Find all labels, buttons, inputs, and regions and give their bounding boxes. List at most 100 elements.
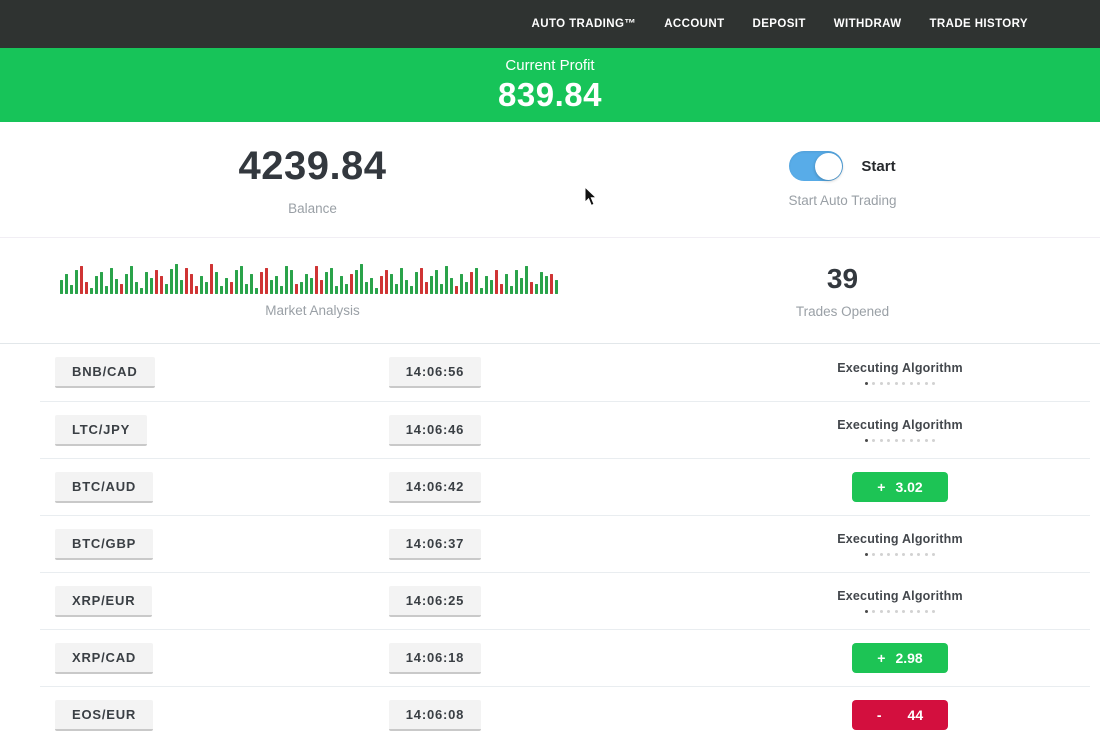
balance-value: 4239.84 — [238, 144, 386, 189]
market-bar — [115, 279, 118, 294]
stats-row-market: Market Analysis 39 Trades Opened — [0, 237, 1100, 343]
market-bar — [495, 270, 498, 294]
market-bar — [350, 274, 353, 294]
market-bar — [250, 274, 253, 294]
trades-opened-block: 39 Trades Opened — [585, 238, 1100, 343]
market-bar — [380, 276, 383, 294]
trades-opened-value: 39 — [827, 263, 858, 295]
market-bar — [315, 266, 318, 294]
market-bar — [410, 286, 413, 294]
market-bar — [285, 266, 288, 294]
market-bar — [255, 288, 258, 294]
market-bar — [70, 285, 73, 294]
result-sign: + — [877, 650, 885, 666]
market-bar — [145, 272, 148, 294]
loss-badge: -44 — [852, 700, 948, 730]
market-bar — [290, 270, 293, 294]
market-bar — [540, 272, 543, 294]
trade-time-badge: 14:06:08 — [389, 700, 481, 731]
market-bar — [340, 276, 343, 294]
auto-trading-toggle[interactable] — [789, 151, 843, 181]
market-bar — [85, 282, 88, 294]
auto-trading-caption: Start Auto Trading — [788, 193, 896, 208]
market-bar — [90, 288, 93, 294]
table-row: EOS/EUR14:06:08-44 — [40, 686, 1090, 742]
market-bar — [140, 288, 143, 294]
market-bar — [200, 276, 203, 294]
market-bar — [320, 280, 323, 294]
market-bar — [405, 280, 408, 294]
market-bar — [345, 284, 348, 294]
market-bar — [400, 268, 403, 294]
top-nav: AUTO TRADING™ ACCOUNT DEPOSIT WITHDRAW T… — [0, 0, 1100, 48]
market-bar — [485, 276, 488, 294]
market-bar — [515, 270, 518, 294]
market-bar — [415, 272, 418, 294]
market-bar — [525, 266, 528, 294]
market-bar — [530, 282, 533, 294]
executing-algorithm-status: Executing Algorithm — [837, 418, 963, 442]
auto-trading-block: Start Start Auto Trading — [585, 122, 1100, 237]
toggle-knob-icon — [815, 153, 842, 180]
nav-item-withdraw[interactable]: WITHDRAW — [834, 18, 902, 30]
result-amount: 44 — [908, 707, 924, 723]
market-bar — [445, 266, 448, 294]
market-bar — [475, 268, 478, 294]
market-bar — [225, 278, 228, 294]
market-bar — [205, 282, 208, 294]
trade-time-badge: 14:06:18 — [389, 643, 481, 674]
market-bar — [235, 270, 238, 294]
progress-dots-icon — [837, 439, 963, 442]
market-bar — [450, 278, 453, 294]
market-bar — [430, 276, 433, 294]
market-bar — [435, 270, 438, 294]
market-bar — [65, 274, 68, 294]
market-bar — [550, 274, 553, 294]
trade-time-badge: 14:06:37 — [389, 529, 481, 560]
table-row: XRP/CAD14:06:18+2.98 — [40, 629, 1090, 686]
market-bar — [245, 284, 248, 294]
progress-dots-icon — [837, 382, 963, 385]
executing-algorithm-status: Executing Algorithm — [837, 589, 963, 613]
stats-row-balance: 4239.84 Balance Start Start Auto Trading — [0, 122, 1100, 237]
executing-algorithm-label: Executing Algorithm — [837, 589, 963, 603]
executing-algorithm-label: Executing Algorithm — [837, 418, 963, 432]
current-profit-label: Current Profit — [505, 57, 594, 74]
executing-algorithm-label: Executing Algorithm — [837, 532, 963, 546]
market-bar — [555, 280, 558, 294]
market-bar — [440, 284, 443, 294]
market-bar — [220, 286, 223, 294]
nav-item-trade-history[interactable]: TRADE HISTORY — [930, 18, 1029, 30]
market-bar — [460, 274, 463, 294]
market-bar — [300, 282, 303, 294]
market-bar — [355, 270, 358, 294]
market-bar — [310, 278, 313, 294]
nav-item-deposit[interactable]: DEPOSIT — [753, 18, 806, 30]
market-bar — [295, 284, 298, 294]
table-row: BTC/AUD14:06:42+3.02 — [40, 458, 1090, 515]
market-bar — [100, 272, 103, 294]
market-bar — [60, 280, 63, 294]
pair-badge: BTC/AUD — [55, 472, 153, 503]
market-bar — [465, 282, 468, 294]
market-bar — [185, 268, 188, 294]
market-bar — [375, 288, 378, 294]
market-analysis-block: Market Analysis — [40, 238, 585, 343]
market-bar — [160, 276, 163, 294]
market-bar — [470, 272, 473, 294]
market-analysis-label: Market Analysis — [265, 303, 360, 318]
market-bar — [500, 284, 503, 294]
market-bar — [510, 286, 513, 294]
market-bar — [165, 284, 168, 294]
market-bar — [325, 272, 328, 294]
market-bar — [125, 274, 128, 294]
result-amount: 3.02 — [895, 479, 922, 495]
market-bar — [265, 268, 268, 294]
market-bar — [110, 268, 113, 294]
result-amount: 2.98 — [895, 650, 922, 666]
nav-item-auto-trading[interactable]: AUTO TRADING™ — [532, 18, 637, 30]
nav-item-account[interactable]: ACCOUNT — [664, 18, 724, 30]
market-bar — [305, 274, 308, 294]
executing-algorithm-status: Executing Algorithm — [837, 532, 963, 556]
market-bar — [275, 276, 278, 294]
